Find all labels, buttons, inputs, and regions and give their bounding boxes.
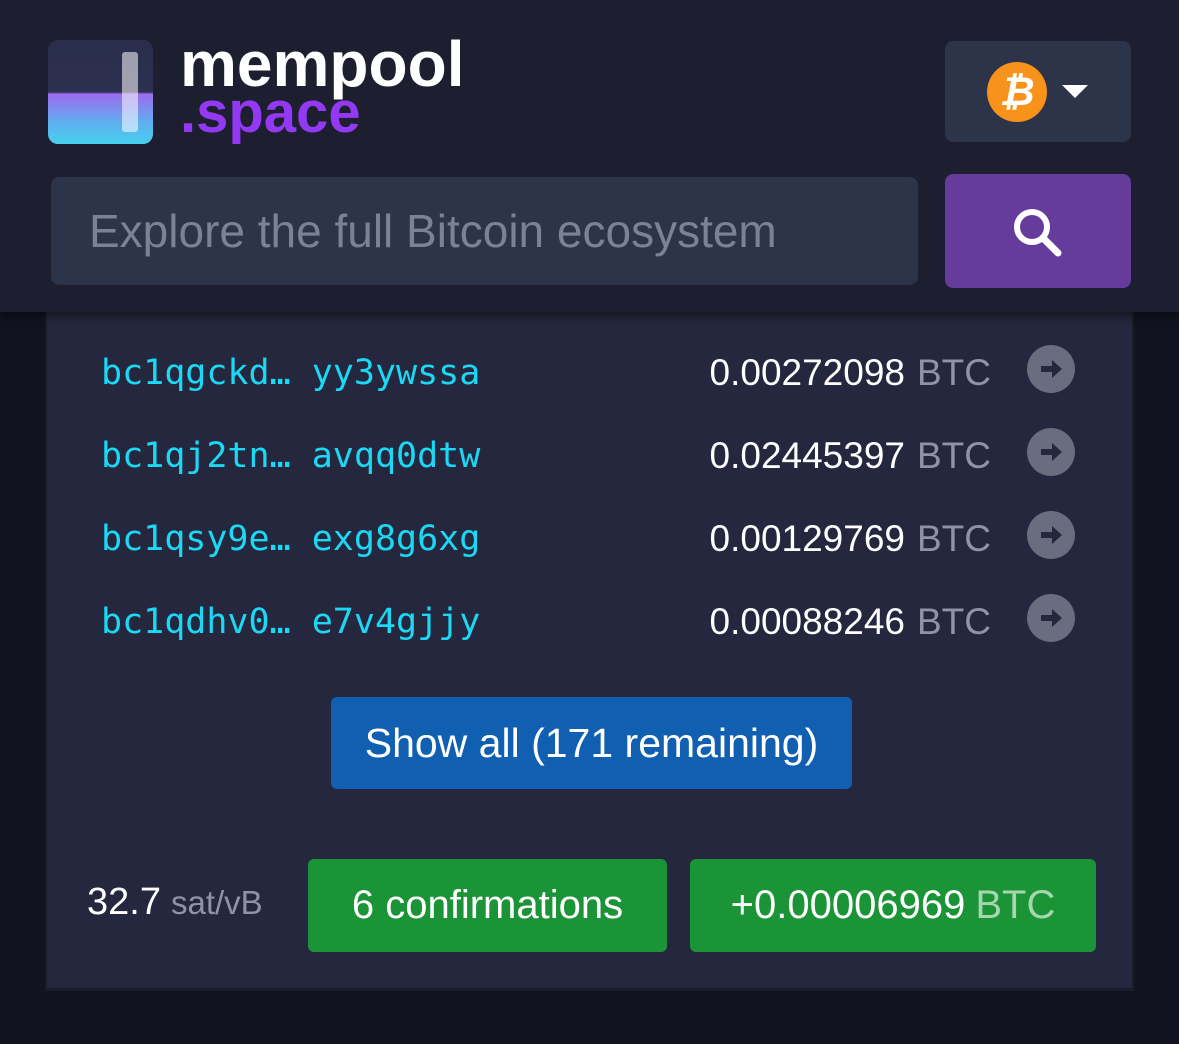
- show-all-button[interactable]: Show all (171 remaining): [331, 697, 852, 789]
- search-icon: [1014, 209, 1062, 257]
- output-row: bc1qj2tn… avqq0dtw 0.02445397 BTC: [47, 426, 1136, 486]
- output-amount: 0.02445397 BTC: [709, 435, 991, 476]
- output-row: bc1qgckd… yy3ywssa 0.00272098 BTC: [47, 343, 1136, 403]
- balance-change-value: +0.00006969: [730, 883, 966, 927]
- mempool-logo-icon[interactable]: [48, 40, 153, 144]
- logo-subtitle[interactable]: .space: [180, 80, 361, 146]
- fee-rate-value: 32.7: [87, 881, 161, 923]
- confirmations-badge[interactable]: 6 confirmations: [308, 859, 667, 952]
- address-link[interactable]: bc1qj2tn… avqq0dtw: [101, 436, 480, 476]
- arrow-right-icon[interactable]: [1027, 428, 1075, 476]
- balance-change-badge[interactable]: +0.00006969 BTC: [690, 859, 1096, 952]
- search-input[interactable]: [51, 177, 918, 285]
- address-link[interactable]: bc1qdhv0… e7v4gjjy: [101, 602, 480, 642]
- output-amount: 0.00272098 BTC: [709, 352, 991, 393]
- top-header: mempool .space ₿: [0, 0, 1179, 312]
- address-link[interactable]: bc1qsy9e… exg8g6xg: [101, 519, 480, 559]
- network-selector-button[interactable]: ₿: [945, 41, 1131, 142]
- arrow-right-icon[interactable]: [1027, 594, 1075, 642]
- address-link[interactable]: bc1qgckd… yy3ywssa: [101, 353, 480, 393]
- bitcoin-icon: ₿: [987, 62, 1047, 122]
- arrow-right-icon[interactable]: [1027, 511, 1075, 559]
- output-row: bc1qsy9e… exg8g6xg 0.00129769 BTC: [47, 509, 1136, 569]
- balance-change-unit: BTC: [975, 883, 1056, 927]
- fee-rate: 32.7 sat/vB: [87, 882, 263, 930]
- chevron-down-icon: [1062, 85, 1088, 98]
- output-amount: 0.00088246 BTC: [709, 601, 991, 642]
- arrow-right-icon[interactable]: [1027, 345, 1075, 393]
- search-button[interactable]: [945, 174, 1131, 288]
- output-amount: 0.00129769 BTC: [709, 518, 991, 559]
- logo-bar: [122, 52, 138, 132]
- output-row: bc1qdhv0… e7v4gjjy 0.00088246 BTC: [47, 592, 1136, 652]
- fee-rate-unit: sat/vB: [170, 884, 263, 921]
- transaction-outputs-panel: bc1qgckd… yy3ywssa 0.00272098 BTC bc1qj2t…: [45, 300, 1134, 991]
